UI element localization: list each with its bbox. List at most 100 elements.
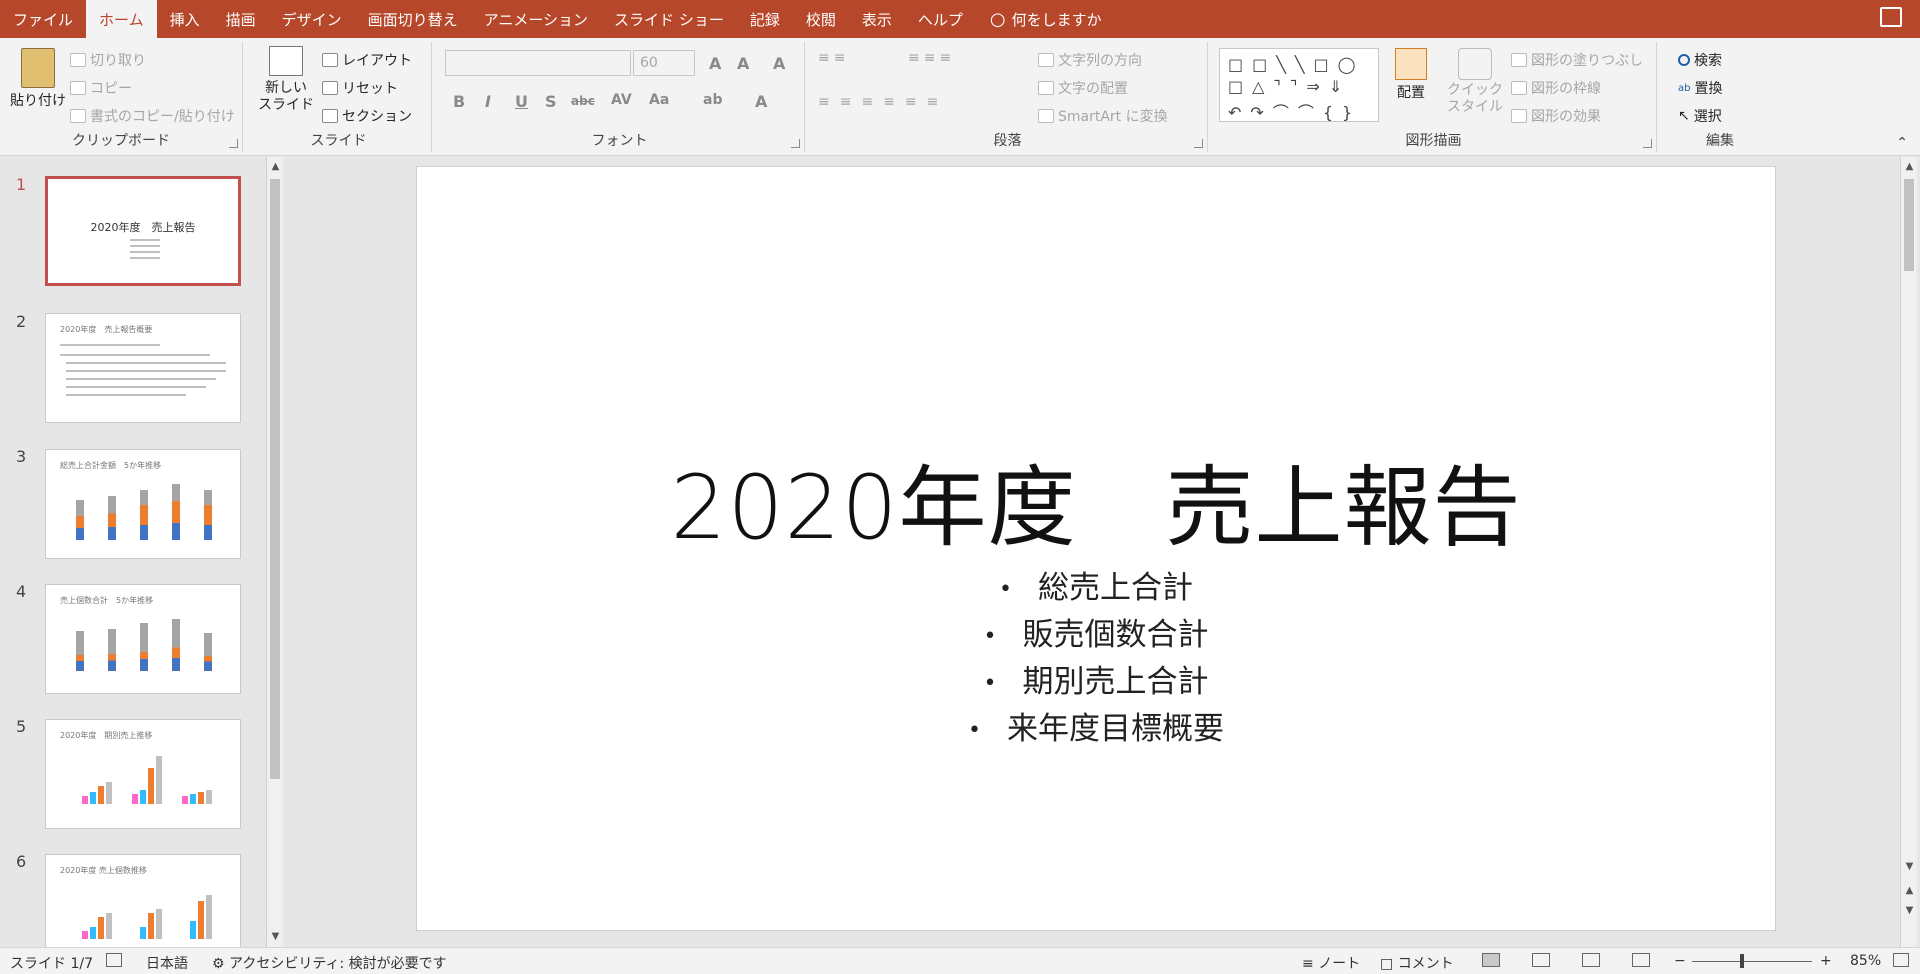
- slide-sorter-icon[interactable]: [1532, 953, 1550, 967]
- underline-icon[interactable]: U: [515, 92, 528, 111]
- section-button[interactable]: セクション: [322, 106, 412, 126]
- tab-view[interactable]: 表示: [849, 0, 905, 38]
- bullet-dot-icon: •: [968, 718, 981, 743]
- shape-effects-button[interactable]: 図形の効果: [1511, 106, 1601, 126]
- scroll-up-icon[interactable]: ▲: [1904, 161, 1915, 172]
- group-drawing: □□╲╲□◯ □△⌝⌝⇒⇓ ↶↷⌒⌒{} 配置 クイック スタイル 図形の塗りつ…: [1211, 42, 1657, 152]
- slide-thumbnail-2[interactable]: 2020年度 売上報告概要: [45, 313, 241, 423]
- layout-label: レイアウト: [342, 53, 412, 69]
- slideshow-view-icon[interactable]: [1632, 953, 1650, 967]
- shadow-icon[interactable]: S: [545, 92, 557, 111]
- thumbnail-scroll-thumb[interactable]: [270, 179, 280, 779]
- smartart-button[interactable]: SmartArt に変換: [1038, 106, 1168, 126]
- slide-thumbnail-1[interactable]: 2020年度 売上報告: [45, 176, 241, 286]
- format-painter-button[interactable]: 書式のコピー/貼り付け: [70, 106, 235, 126]
- slide-thumbnail-6[interactable]: 2020年度 売上個数推移: [45, 854, 241, 947]
- bold-icon[interactable]: B: [453, 92, 465, 111]
- reading-view-icon[interactable]: [1582, 953, 1600, 967]
- scroll-down-icon[interactable]: ▼: [1904, 861, 1915, 872]
- scroll-up-icon[interactable]: ▲: [270, 161, 281, 172]
- collapse-ribbon-icon[interactable]: ⌃: [1896, 135, 1908, 151]
- comments-icon[interactable]: [1880, 7, 1902, 27]
- alignment-icons[interactable]: ≡≡≡≡≡≡: [818, 94, 948, 110]
- zoom-slider-track[interactable]: [1692, 961, 1812, 962]
- slide-title[interactable]: 2020年度 売上報告: [417, 437, 1775, 564]
- font-size-combo[interactable]: 60: [633, 50, 695, 76]
- next-slide-icon[interactable]: ▼: [1904, 905, 1915, 916]
- italic-icon[interactable]: I: [485, 92, 491, 111]
- bullet-item: • 販売個数合計: [417, 609, 1775, 656]
- bullets-icon[interactable]: ≡≡: [818, 50, 849, 66]
- drawing-launcher-icon[interactable]: [1643, 139, 1652, 148]
- grow-font-icon[interactable]: A: [709, 54, 721, 73]
- accessibility-status[interactable]: ⚙ アクセシビリティ: 検討が必要です: [212, 953, 447, 973]
- find-button[interactable]: 検索: [1678, 50, 1722, 70]
- select-button[interactable]: ↖ 選択: [1678, 106, 1722, 126]
- language-indicator[interactable]: 日本語: [146, 953, 188, 973]
- align-text-button[interactable]: 文字の配置: [1038, 78, 1128, 98]
- tab-insert[interactable]: 挿入: [157, 0, 213, 38]
- notes-button[interactable]: ≡ ノート: [1302, 953, 1360, 973]
- clear-format-icon[interactable]: A: [773, 54, 785, 73]
- zoom-out-icon[interactable]: −: [1674, 953, 1686, 969]
- zoom-in-icon[interactable]: +: [1820, 953, 1832, 969]
- highlight-icon[interactable]: ab: [703, 92, 722, 108]
- tell-me-box[interactable]: ○ 何をしますか: [990, 9, 1102, 30]
- thumbnail-scrollbar[interactable]: ▲ ▼: [266, 157, 283, 947]
- reset-button[interactable]: リセット: [322, 78, 398, 98]
- tab-transitions[interactable]: 画面切り替え: [355, 0, 471, 38]
- tab-design[interactable]: デザイン: [269, 0, 355, 38]
- shapes-gallery[interactable]: □□╲╲□◯ □△⌝⌝⇒⇓ ↶↷⌒⌒{}: [1219, 48, 1379, 122]
- indent-icons[interactable]: ≡≡≡: [908, 50, 955, 66]
- slide-thumbnail-5[interactable]: 2020年度 期別売上推移: [45, 719, 241, 829]
- thumb-title-4: 売上個数合計 5か年推移: [60, 596, 154, 605]
- slide-canvas[interactable]: 2020年度 売上報告 • 総売上合計 • 販売個数合計 • 期別売上合計 • 来年度目…: [416, 166, 1776, 931]
- layout-button[interactable]: レイアウト: [322, 50, 412, 70]
- tab-file[interactable]: ファイル: [0, 0, 86, 38]
- tab-animations[interactable]: アニメーション: [471, 0, 601, 38]
- slide-scrollbar[interactable]: ▲ ▼ ▲ ▼: [1900, 157, 1917, 947]
- tab-review[interactable]: 校閲: [793, 0, 849, 38]
- cut-button[interactable]: 切り取り: [70, 50, 146, 70]
- thumb-text-line: [66, 386, 206, 388]
- tab-draw[interactable]: 描画: [213, 0, 269, 38]
- comments-button[interactable]: □ コメント: [1380, 953, 1454, 973]
- shape-fill-button[interactable]: 図形の塗りつぶし: [1511, 50, 1643, 70]
- slide-bullet-list[interactable]: • 総売上合計 • 販売個数合計 • 期別売上合計 • 来年度目標概要: [417, 562, 1775, 750]
- scroll-down-icon[interactable]: ▼: [270, 931, 281, 942]
- tab-record[interactable]: 記録: [737, 0, 793, 38]
- slide-scroll-thumb[interactable]: [1904, 179, 1914, 271]
- paragraph-launcher-icon[interactable]: [1194, 139, 1203, 148]
- zoom-level[interactable]: 85%: [1850, 953, 1881, 969]
- tab-slideshow[interactable]: スライド ショー: [601, 0, 737, 38]
- spelling-icon[interactable]: [106, 953, 122, 967]
- slide-thumbnail-4[interactable]: 売上個数合計 5か年推移: [45, 584, 241, 694]
- tab-home[interactable]: ホーム: [86, 0, 157, 38]
- strikethrough-icon[interactable]: abc: [571, 94, 595, 108]
- quick-styles-icon: [1458, 48, 1492, 80]
- change-case-icon[interactable]: Aa: [649, 92, 669, 108]
- fit-to-window-icon[interactable]: [1893, 953, 1909, 967]
- new-slide-button[interactable]: 新しい スライド: [258, 46, 314, 114]
- zoom-slider-handle[interactable]: [1740, 954, 1744, 968]
- normal-view-icon[interactable]: [1482, 953, 1500, 967]
- clipboard-launcher-icon[interactable]: [229, 139, 238, 148]
- previous-slide-icon[interactable]: ▲: [1904, 885, 1915, 896]
- shrink-font-icon[interactable]: A: [737, 54, 749, 73]
- slide-thumbnail-3[interactable]: 総売上合計金額 5か年推移: [45, 449, 241, 559]
- copy-button[interactable]: コピー: [70, 78, 132, 98]
- font-name-combo[interactable]: [445, 50, 631, 76]
- bullet-text: 来年度目標概要: [1006, 711, 1224, 747]
- tab-help[interactable]: ヘルプ: [905, 0, 976, 38]
- quick-styles-button[interactable]: クイック スタイル: [1447, 48, 1503, 116]
- arrange-button[interactable]: 配置: [1395, 48, 1427, 102]
- font-launcher-icon[interactable]: [791, 139, 800, 148]
- char-spacing-icon[interactable]: AV: [611, 92, 632, 108]
- lightbulb-icon: ○: [989, 8, 1006, 30]
- thumb-chart-bar: [132, 794, 138, 804]
- replace-button[interactable]: ab 置換: [1678, 78, 1722, 98]
- shape-outline-button[interactable]: 図形の枠線: [1511, 78, 1601, 98]
- paste-button[interactable]: 貼り付け: [10, 48, 66, 110]
- font-color-icon[interactable]: A: [755, 92, 767, 111]
- text-direction-button[interactable]: 文字列の方向: [1038, 50, 1142, 70]
